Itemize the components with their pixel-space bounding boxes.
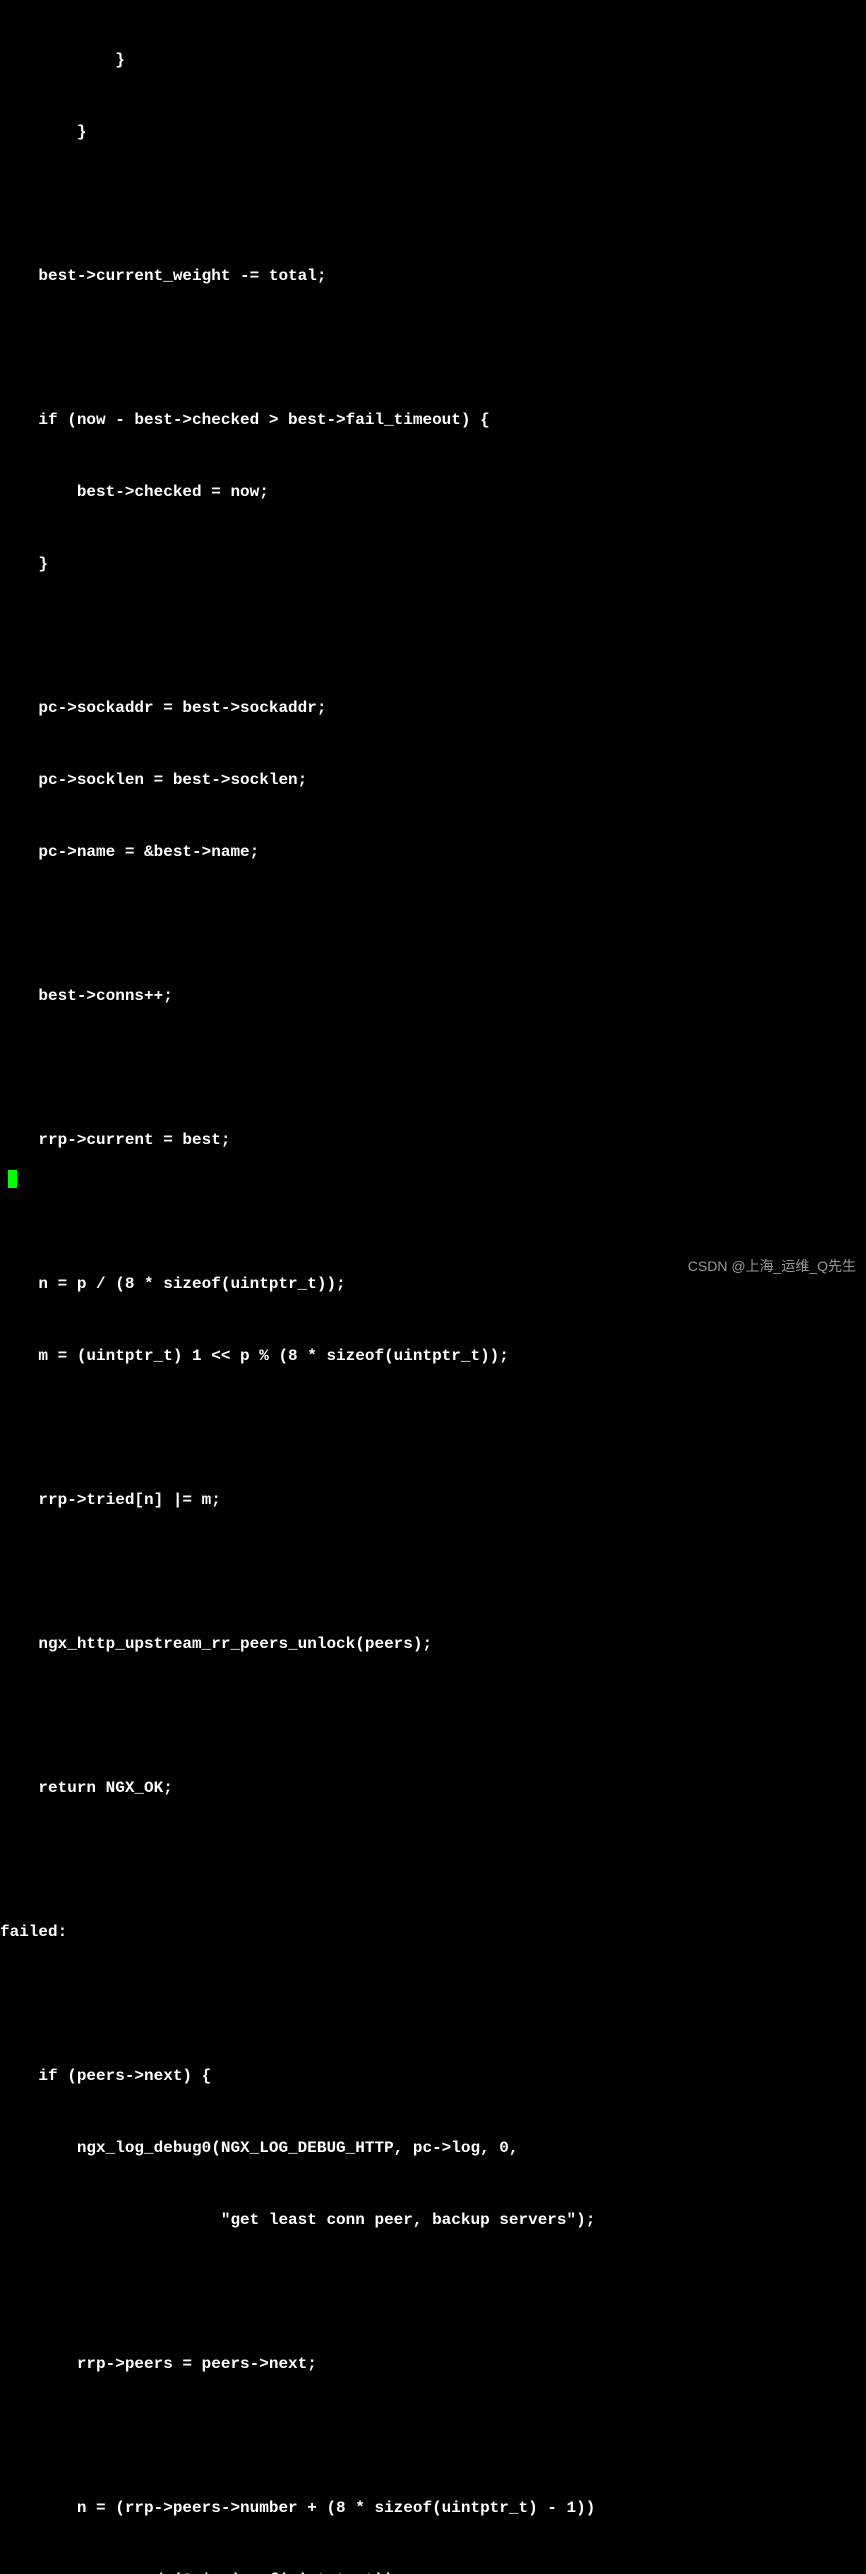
code-line: n = (rrp->peers->number + (8 * sizeof(ui…	[0, 2496, 866, 2520]
code-line	[0, 336, 866, 360]
code-line	[0, 1704, 866, 1728]
code-line	[0, 1992, 866, 2016]
code-line: rrp->peers = peers->next;	[0, 2352, 866, 2376]
code-line: pc->name = &best->name;	[0, 840, 866, 864]
code-line: ngx_http_upstream_rr_peers_unlock(peers)…	[0, 1632, 866, 1656]
code-line	[0, 1200, 866, 1224]
code-line: pc->socklen = best->socklen;	[0, 768, 866, 792]
code-line: "get least conn peer, backup servers");	[0, 2208, 866, 2232]
code-line: }	[0, 552, 866, 576]
code-line: pc->sockaddr = best->sockaddr;	[0, 696, 866, 720]
code-line	[0, 1056, 866, 1080]
code-line: best->current_weight -= total;	[0, 264, 866, 288]
code-line	[0, 192, 866, 216]
code-line	[0, 624, 866, 648]
watermark-text: CSDN @上海_运维_Q先生	[688, 1256, 856, 1277]
code-line: best->conns++;	[0, 984, 866, 1008]
code-line	[0, 2424, 866, 2448]
code-line: rrp->tried[n] |= m;	[0, 1488, 866, 1512]
code-line: m = (uintptr_t) 1 << p % (8 * sizeof(uin…	[0, 1344, 866, 1368]
terminal-cursor	[8, 1170, 17, 1188]
terminal-code-view: } } best->current_weight -= total; if (n…	[0, 0, 866, 2574]
code-line: if (peers->next) {	[0, 2064, 866, 2088]
code-line: if (now - best->checked > best->fail_tim…	[0, 408, 866, 432]
code-line: rrp->current = best;	[0, 1128, 866, 1152]
code-line: }	[0, 48, 866, 72]
code-line	[0, 2280, 866, 2304]
code-line	[0, 1560, 866, 1584]
code-line	[0, 1416, 866, 1440]
code-line: ngx_log_debug0(NGX_LOG_DEBUG_HTTP, pc->l…	[0, 2136, 866, 2160]
code-line: best->checked = now;	[0, 480, 866, 504]
code-line: / (8 * sizeof(uintptr_t));	[0, 2568, 866, 2574]
code-line: }	[0, 120, 866, 144]
code-line	[0, 1848, 866, 1872]
code-line: return NGX_OK;	[0, 1776, 866, 1800]
code-line	[0, 912, 866, 936]
code-line: failed:	[0, 1920, 866, 1944]
